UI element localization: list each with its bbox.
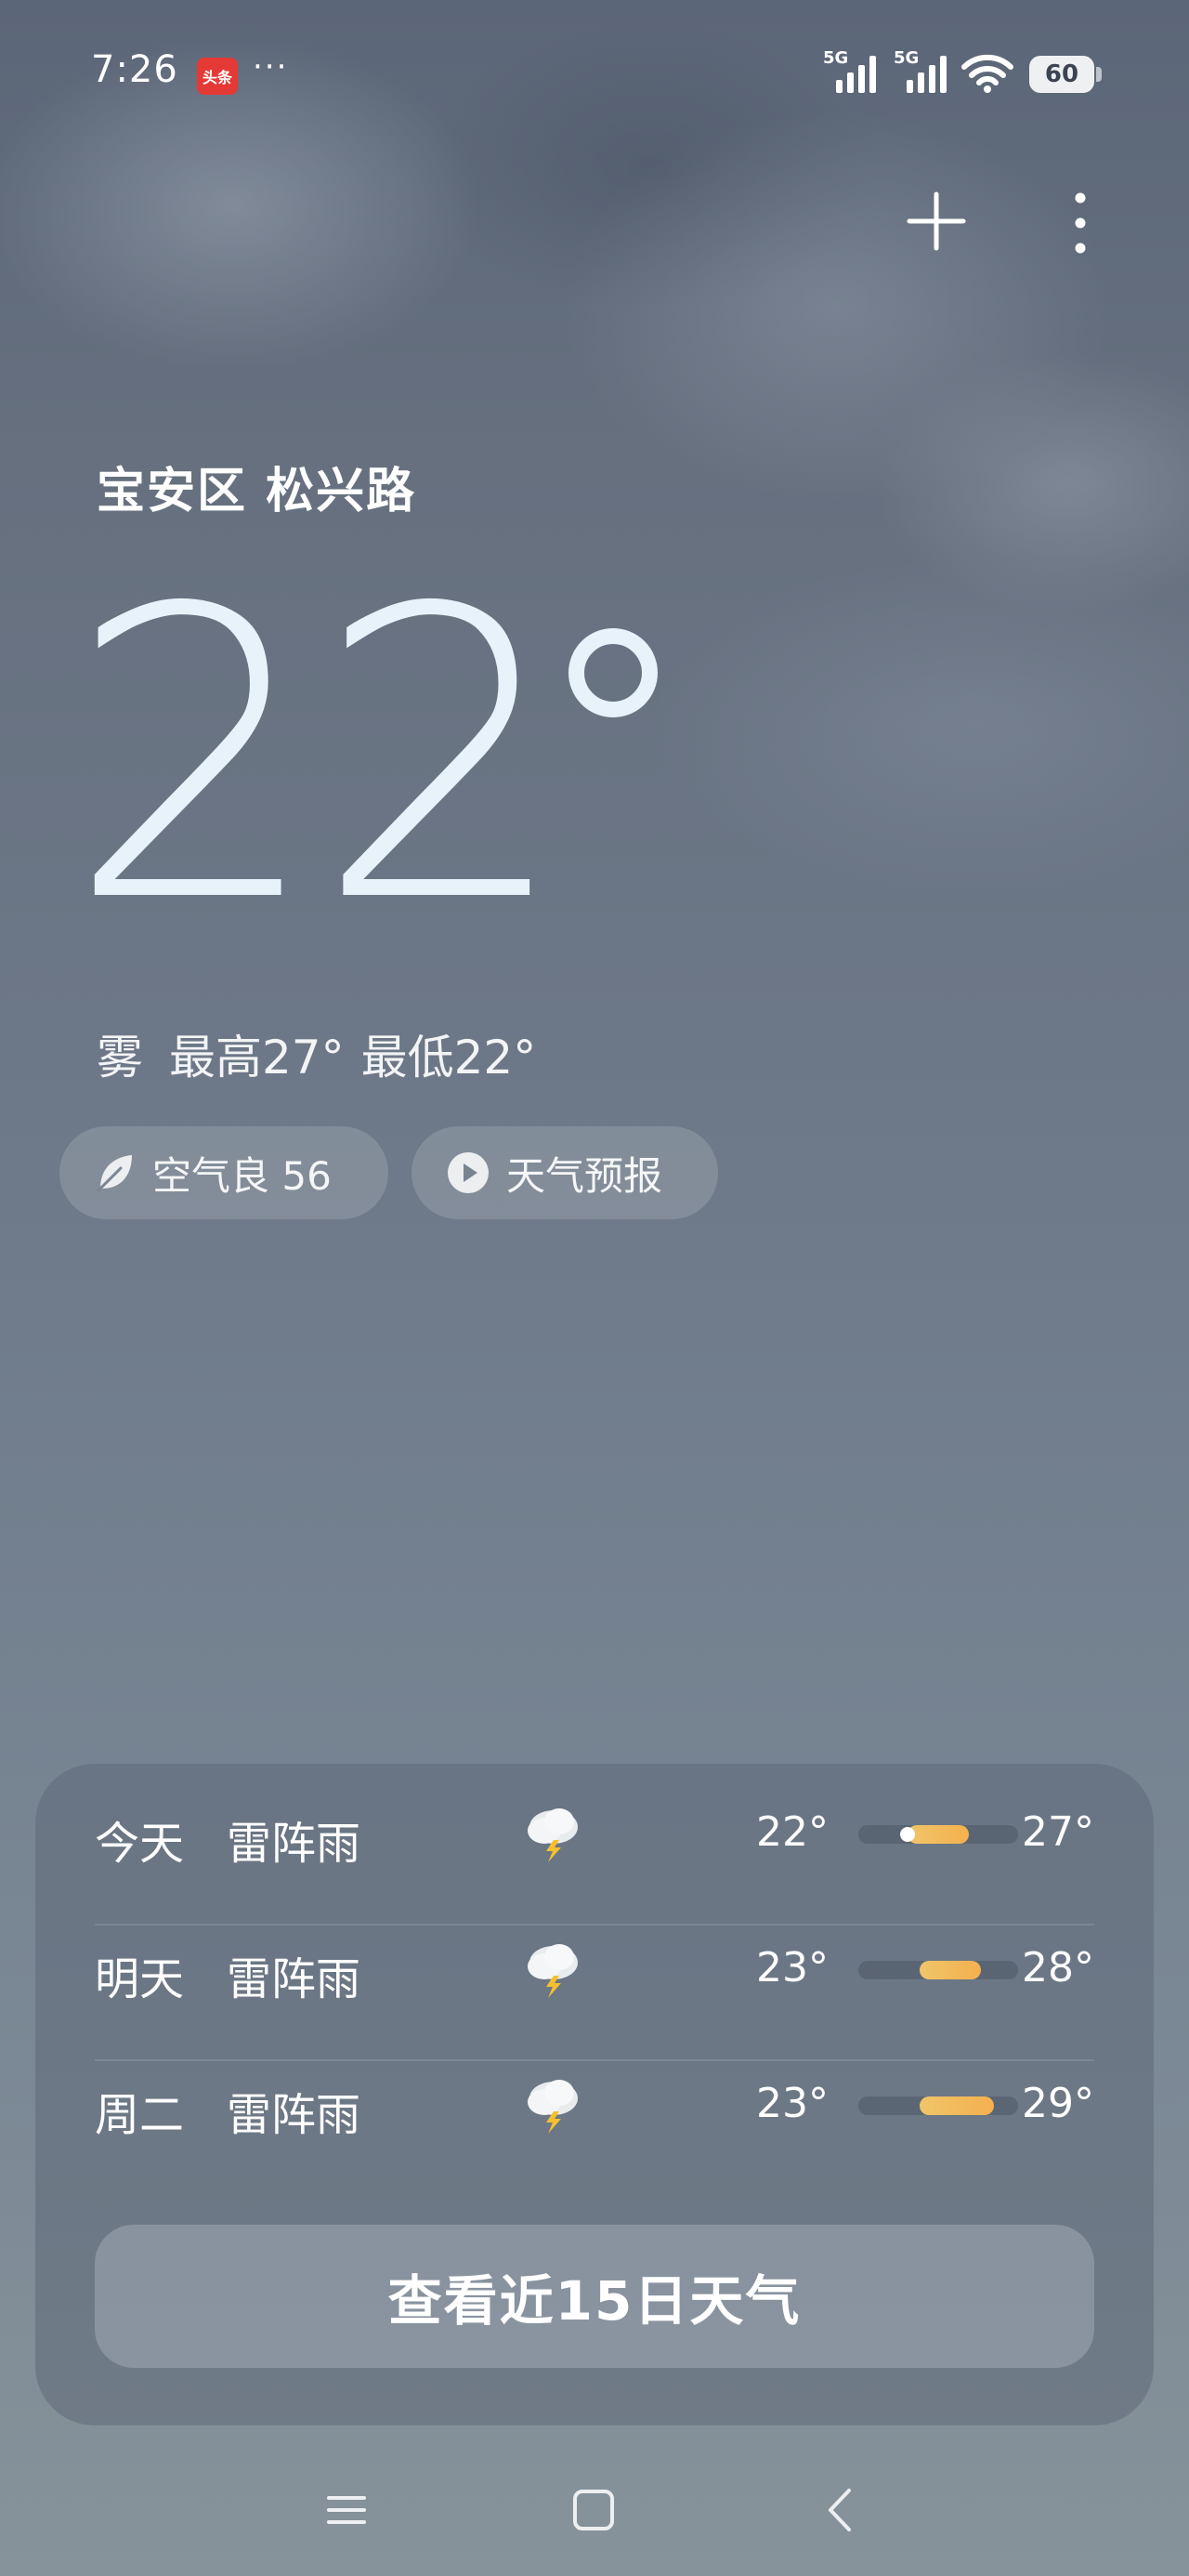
wifi-icon (961, 54, 1013, 93)
forecast-day: 今天 (95, 1818, 185, 1870)
thunderstorm-icon (528, 2080, 578, 2134)
forecast-condition: 雷阵雨 (227, 2089, 361, 2141)
plus-icon[interactable] (906, 191, 967, 252)
current-temperature: 22 (67, 525, 569, 990)
leaf-icon (97, 1155, 132, 1192)
air-quality-chip[interactable]: 空气良 56 (59, 1126, 388, 1219)
battery-tip (1096, 67, 1102, 82)
temperature-range-fill (920, 1961, 982, 1979)
forecast-row-tomorrow[interactable]: 明天 雷阵雨 23° 28° (95, 1899, 1094, 2035)
back-icon[interactable] (808, 2477, 873, 2543)
air-quality-label: 空气良 56 (152, 1152, 332, 1199)
system-navigation-bar (0, 2453, 1189, 2576)
forecast-condition: 雷阵雨 (227, 1818, 361, 1870)
status-bar: 7:26 头条 ··· 5G 5G 60 (0, 0, 1189, 149)
forecast-low: 23° (756, 2080, 829, 2127)
forecast-low: 23° (756, 1944, 829, 1991)
location-title[interactable]: 宝安区 松兴路 (97, 452, 416, 521)
forecast-day: 周二 (95, 2089, 185, 2141)
thunderstorm-icon (528, 1944, 578, 1998)
forecast-row-tuesday[interactable]: 周二 雷阵雨 23° 29° (95, 2035, 1094, 2171)
more-notifications-indicator: ··· (253, 48, 289, 85)
current-condition: 雾 (97, 1031, 143, 1084)
temperature-range-fill (907, 1825, 970, 1844)
forecast-day: 明天 (95, 1953, 185, 2005)
forecast-low: 22° (756, 1808, 829, 1856)
temperature-range-bar (858, 1961, 1018, 1979)
temperature-range-bar (858, 2096, 1018, 2115)
status-time: 7:26 (91, 48, 178, 91)
forecast-high: 27° (1022, 1808, 1094, 1856)
menu-icon[interactable] (314, 2477, 379, 2543)
weather-forecast-video-chip[interactable]: 天气预报 (412, 1126, 718, 1219)
temperature-range-fill (920, 2096, 994, 2115)
more-vertical-icon[interactable] (1068, 191, 1092, 256)
toutiao-app-badge: 头条 (197, 58, 238, 95)
signal-icon: 5G (823, 48, 876, 93)
weather-summary: 雾最高27° 最低22° (97, 1020, 562, 1087)
forecast-card: 今天 雷阵雨 22° 27° 明天 雷阵雨 23° 28° 周二 雷阵雨 23°… (35, 1764, 1154, 2425)
forecast-condition: 雷阵雨 (227, 1953, 361, 2005)
forecast-high: 28° (1022, 1944, 1094, 1991)
signal-icon-2: 5G (894, 48, 947, 93)
thunderstorm-icon (528, 1808, 578, 1862)
view-15-day-forecast-button[interactable]: 查看近15日天气 (95, 2225, 1094, 2368)
play-icon (448, 1152, 489, 1193)
forecast-row-today[interactable]: 今天 雷阵雨 22° 27° (95, 1764, 1094, 1899)
current-temperature-dot (899, 1827, 915, 1842)
temperature-range-bar (858, 1825, 1018, 1844)
degree-symbol (568, 628, 658, 717)
forecast-high: 29° (1022, 2080, 1094, 2127)
today-high: 最高27° (169, 1031, 345, 1084)
weather-forecast-label: 天气预报 (506, 1152, 663, 1199)
today-low: 最低22° (360, 1031, 537, 1084)
battery-icon: 60 (1029, 56, 1094, 93)
home-icon[interactable] (561, 2477, 626, 2543)
